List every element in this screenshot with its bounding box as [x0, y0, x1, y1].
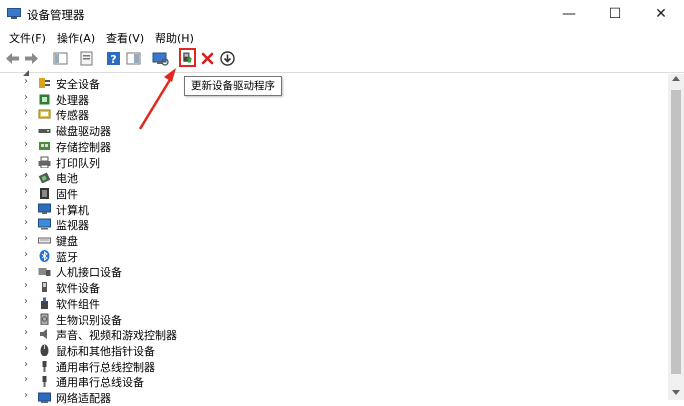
vertical-scrollbar[interactable] — [668, 74, 684, 400]
scrollbar-thumb[interactable] — [671, 90, 681, 374]
annotation-arrow — [138, 68, 176, 130]
scroll-up-arrow-icon[interactable] — [672, 76, 680, 81]
scroll-down-arrow-icon[interactable] — [672, 390, 680, 395]
